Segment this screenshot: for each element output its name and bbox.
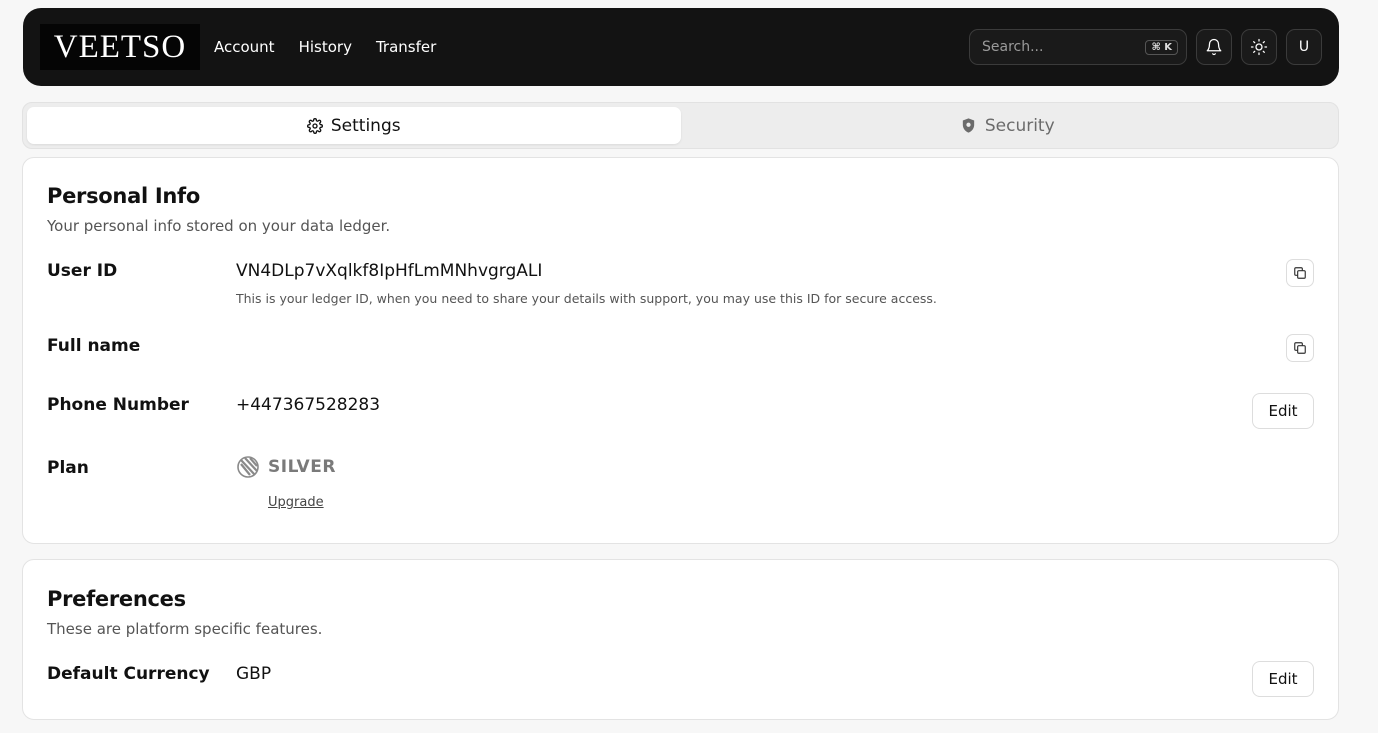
preferences-card: Preferences These are platform specific … bbox=[22, 559, 1339, 720]
sun-icon bbox=[1250, 38, 1268, 56]
copy-icon bbox=[1294, 342, 1306, 354]
bell-icon bbox=[1206, 38, 1222, 56]
full-name-label: Full name bbox=[47, 336, 141, 356]
preferences-title: Preferences bbox=[47, 587, 186, 611]
main-nav: Account History Transfer bbox=[214, 38, 460, 56]
tab-settings[interactable]: Settings bbox=[27, 107, 681, 144]
notifications-button[interactable] bbox=[1196, 29, 1232, 65]
copy-full-name-button[interactable] bbox=[1286, 334, 1314, 362]
preferences-subtitle: These are platform specific features. bbox=[47, 620, 323, 638]
plan-label: Plan bbox=[47, 458, 89, 478]
tab-settings-label: Settings bbox=[330, 115, 401, 136]
nav-link-transfer[interactable]: Transfer bbox=[376, 38, 436, 56]
edit-currency-button[interactable]: Edit bbox=[1252, 661, 1314, 697]
copy-icon bbox=[1294, 267, 1306, 279]
search-placeholder: Search... bbox=[982, 39, 1044, 55]
topbar-actions: Search... ⌘ K U bbox=[969, 29, 1322, 65]
copy-user-id-button[interactable] bbox=[1286, 259, 1314, 287]
nav-link-history[interactable]: History bbox=[299, 38, 352, 56]
personal-info-title: Personal Info bbox=[47, 184, 200, 208]
phone-label: Phone Number bbox=[47, 395, 189, 415]
personal-info-subtitle: Your personal info stored on your data l… bbox=[47, 217, 391, 235]
avatar-initial: U bbox=[1298, 39, 1310, 55]
user-avatar-button[interactable]: U bbox=[1286, 29, 1322, 65]
user-id-label: User ID bbox=[47, 261, 118, 281]
plan-name: SILVER bbox=[268, 457, 336, 477]
personal-info-card: Personal Info Your personal info stored … bbox=[22, 157, 1339, 544]
currency-value: GBP bbox=[236, 664, 272, 684]
tab-security[interactable]: Security bbox=[681, 107, 1335, 144]
search-shortcut-badge: ⌘ K bbox=[1145, 39, 1178, 55]
theme-toggle-button[interactable] bbox=[1241, 29, 1277, 65]
top-navbar: VEETSO Account History Transfer Search..… bbox=[23, 8, 1339, 86]
currency-label: Default Currency bbox=[47, 664, 210, 684]
shield-icon bbox=[962, 118, 975, 133]
user-id-value: VN4DLp7vXqlkf8IpHfLmMNhvgrgALI bbox=[236, 261, 543, 281]
search-input[interactable]: Search... ⌘ K bbox=[969, 29, 1187, 65]
upgrade-link[interactable]: Upgrade bbox=[268, 495, 324, 510]
logo[interactable]: VEETSO bbox=[40, 24, 200, 70]
plan-badge: SILVER bbox=[236, 455, 336, 479]
nav-link-account[interactable]: Account bbox=[214, 38, 275, 56]
user-id-hint: This is your ledger ID, when you need to… bbox=[236, 291, 937, 306]
silver-plan-icon bbox=[237, 456, 259, 478]
settings-tabs: Settings Security bbox=[22, 102, 1339, 149]
tab-security-label: Security bbox=[984, 115, 1055, 136]
edit-phone-button[interactable]: Edit bbox=[1252, 393, 1314, 429]
phone-value: +447367528283 bbox=[236, 395, 381, 415]
logo-text: VEETSO bbox=[53, 28, 187, 65]
gear-icon bbox=[306, 117, 323, 134]
